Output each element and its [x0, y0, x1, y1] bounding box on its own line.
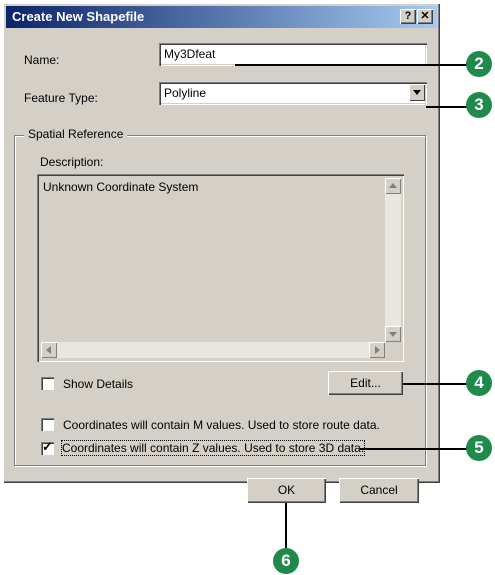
feature-type-value: Polyline: [164, 86, 207, 100]
checkmark-icon: ✓: [42, 439, 53, 454]
edit-button-label: Edit...: [350, 376, 381, 390]
arrow-left-icon: [46, 346, 51, 354]
callout-4-line: [403, 383, 468, 385]
arrow-down-icon: [389, 332, 397, 337]
z-values-label: Coordinates will contain Z values. Used …: [60, 440, 366, 456]
callout-4: 4: [466, 370, 492, 396]
vertical-scrollbar[interactable]: [385, 178, 401, 342]
description-label: Description:: [40, 155, 104, 169]
callout-6: 6: [273, 548, 299, 574]
name-input[interactable]: My3Dfeat: [159, 43, 427, 66]
scroll-up-button[interactable]: [385, 178, 401, 194]
close-button[interactable]: ✕: [417, 9, 433, 24]
m-values-checkbox[interactable]: [41, 418, 54, 431]
ok-button-label: OK: [277, 483, 296, 497]
edit-button[interactable]: Edit...: [328, 371, 403, 395]
m-values-label: Coordinates will contain M values. Used …: [63, 418, 380, 432]
title-bar: Create New Shapefile ? ✕: [6, 6, 437, 28]
scroll-down-button[interactable]: [385, 326, 401, 342]
callout-5-line: [360, 448, 468, 450]
ok-button[interactable]: OK: [247, 478, 326, 503]
arrow-up-icon: [389, 183, 397, 188]
arrow-right-icon: [375, 346, 380, 354]
dialog-title: Create New Shapefile: [12, 9, 145, 24]
show-details-label: Show Details: [63, 377, 134, 391]
callout-3: 3: [466, 92, 492, 118]
z-values-checkbox[interactable]: ✓: [41, 439, 54, 455]
callout-2: 2: [466, 51, 492, 77]
description-textarea[interactable]: Unknown Coordinate System: [37, 174, 404, 362]
cancel-button[interactable]: Cancel: [339, 478, 419, 503]
feature-type-select[interactable]: Polyline: [159, 82, 427, 105]
dropdown-button[interactable]: [409, 84, 425, 101]
cancel-button-label: Cancel: [360, 483, 398, 497]
horizontal-scrollbar[interactable]: [41, 342, 385, 358]
scroll-right-button[interactable]: [369, 342, 385, 358]
feature-type-label: Feature Type:: [24, 91, 98, 105]
callout-5: 5: [466, 435, 492, 461]
callout-3-line: [426, 106, 470, 108]
callout-6-line: [285, 503, 287, 551]
help-button[interactable]: ?: [400, 9, 416, 24]
spatial-reference-legend: Spatial Reference: [24, 127, 128, 141]
show-details-checkbox[interactable]: [41, 377, 54, 390]
description-text: Unknown Coordinate System: [43, 180, 199, 194]
scroll-left-button[interactable]: [41, 342, 57, 358]
chevron-down-icon: [413, 90, 421, 95]
name-input-value: My3Dfeat: [164, 47, 216, 61]
callout-2-line: [235, 64, 468, 66]
name-label: Name:: [24, 53, 60, 67]
